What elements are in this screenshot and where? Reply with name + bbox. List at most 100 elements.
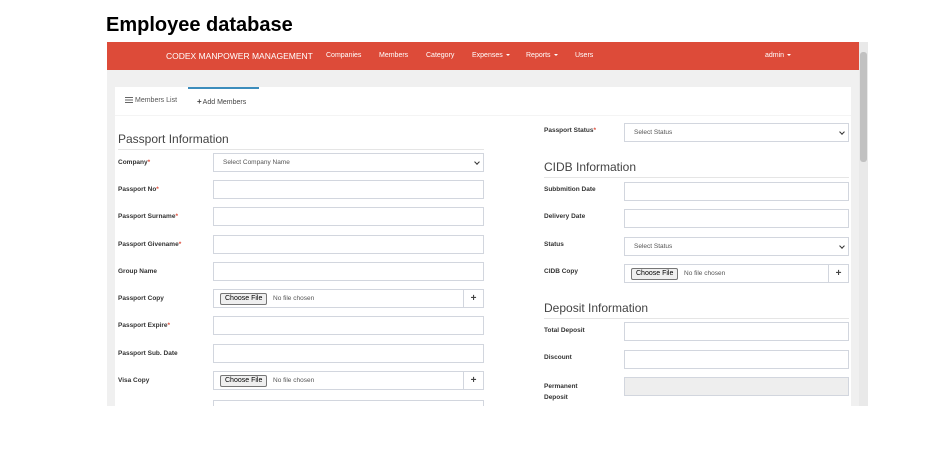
required-mark: * bbox=[593, 127, 597, 134]
passport-surname-label: Passport Surname* bbox=[118, 213, 178, 220]
choose-file-button[interactable]: Choose File bbox=[631, 268, 679, 280]
group-name-input[interactable] bbox=[213, 262, 484, 281]
passport-surname-input[interactable] bbox=[213, 207, 484, 226]
tab-members-list[interactable]: Members List bbox=[125, 87, 177, 115]
visa-copy-file-group: Choose File No file chosen + bbox=[213, 371, 484, 390]
required-mark: * bbox=[156, 186, 159, 193]
file-status: No file chosen bbox=[684, 270, 726, 277]
nav-expenses-label: Expenses bbox=[472, 52, 503, 59]
visa-copy-file-input[interactable]: Choose File No file chosen bbox=[213, 371, 464, 390]
passport-section-title: Passport Information bbox=[118, 132, 484, 150]
company-select[interactable]: Select Company Name bbox=[213, 153, 484, 172]
required-mark: * bbox=[175, 213, 178, 220]
passport-copy-file-group: Choose File No file chosen + bbox=[213, 289, 484, 308]
nav-reports-label: Reports bbox=[526, 52, 551, 59]
discount-label: Discount bbox=[544, 354, 572, 361]
passport-expire-input[interactable] bbox=[213, 316, 484, 335]
choose-file-button[interactable]: Choose File bbox=[220, 293, 268, 305]
discount-input[interactable] bbox=[624, 350, 849, 369]
plus-icon: + bbox=[835, 268, 842, 279]
user-menu[interactable]: admin bbox=[765, 42, 792, 70]
tab-add-members-label: Add Members bbox=[202, 99, 247, 106]
cidb-copy-label: CIDB Copy bbox=[544, 268, 578, 275]
add-file-button[interactable]: + bbox=[464, 371, 484, 390]
file-status: No file chosen bbox=[273, 295, 315, 302]
submission-date-label: Subbmition Date bbox=[544, 186, 596, 193]
chevron-down-icon bbox=[839, 243, 845, 249]
members-panel: Members List +Add Members Passport Infor… bbox=[115, 87, 851, 406]
nav-reports[interactable]: Reports bbox=[526, 42, 558, 70]
tab-members-list-label: Members List bbox=[135, 97, 178, 104]
required-mark: * bbox=[178, 241, 182, 248]
nav-companies[interactable]: Companies bbox=[326, 42, 361, 70]
permanent-deposit-input bbox=[624, 377, 849, 396]
cidb-copy-file-input[interactable]: Choose File No file chosen bbox=[624, 264, 829, 283]
passport-expire-label-text: Passport Expire bbox=[118, 322, 168, 329]
chevron-down-icon bbox=[474, 159, 480, 165]
status-select[interactable]: Select Status bbox=[624, 237, 849, 256]
add-file-button[interactable]: + bbox=[464, 289, 484, 308]
page-caption: Employee database bbox=[106, 14, 293, 36]
tab-add-members[interactable]: +Add Members bbox=[188, 87, 259, 115]
passport-sub-date-label: Passport Sub. Date bbox=[118, 350, 178, 357]
required-mark: * bbox=[147, 159, 151, 166]
passport-sub-date-input[interactable] bbox=[213, 344, 484, 363]
tabs-divider bbox=[115, 115, 851, 116]
nav-expenses[interactable]: Expenses bbox=[472, 42, 510, 70]
chevron-down-icon bbox=[839, 129, 845, 135]
total-deposit-input[interactable] bbox=[624, 322, 849, 341]
group-name-label: Group Name bbox=[118, 268, 158, 275]
passport-surname-label-text: Passport Surname bbox=[118, 213, 176, 220]
file-status: No file chosen bbox=[273, 377, 315, 384]
permanent-deposit-label-line2: Deposit bbox=[544, 394, 568, 401]
add-file-button[interactable]: + bbox=[829, 264, 849, 283]
caret-down-icon bbox=[505, 54, 510, 57]
company-label-text: Company bbox=[118, 159, 148, 166]
visa-copy-label: Visa Copy bbox=[118, 377, 150, 384]
passport-copy-label: Passport Copy bbox=[118, 295, 164, 302]
passport-givename-input[interactable] bbox=[213, 235, 484, 254]
passport-status-label-text: Passport Status bbox=[544, 127, 594, 134]
status-label: Status bbox=[544, 241, 564, 248]
scrollbar-thumb[interactable] bbox=[860, 52, 867, 162]
passport-copy-file-input[interactable]: Choose File No file chosen bbox=[213, 289, 464, 308]
cidb-section-title: CIDB Information bbox=[544, 160, 849, 178]
submission-date-input[interactable] bbox=[624, 182, 849, 201]
plus-icon: + bbox=[470, 293, 477, 304]
passport-no-label-text: Passport No bbox=[118, 186, 157, 193]
top-navbar: CODEX MANPOWER MANAGEMENT Companies Memb… bbox=[107, 42, 859, 70]
required-mark: * bbox=[167, 322, 171, 329]
passport-givename-label: Passport Givename* bbox=[118, 241, 181, 248]
passport-no-label: Passport No* bbox=[118, 186, 159, 193]
plus-icon: + bbox=[470, 375, 477, 386]
plus-icon: + bbox=[197, 97, 202, 106]
total-deposit-label: Total Deposit bbox=[544, 327, 585, 334]
brand-link[interactable]: CODEX MANPOWER MANAGEMENT bbox=[166, 42, 313, 70]
next-field-input[interactable] bbox=[213, 400, 484, 406]
browser-viewport: CODEX MANPOWER MANAGEMENT Companies Memb… bbox=[107, 42, 868, 406]
user-menu-label: admin bbox=[765, 52, 785, 59]
choose-file-button[interactable]: Choose File bbox=[220, 375, 268, 387]
nav-category[interactable]: Category bbox=[426, 42, 454, 70]
delivery-date-label: Delivery Date bbox=[544, 213, 586, 220]
permanent-deposit-label-line1: Permanent bbox=[544, 383, 578, 390]
caret-down-icon bbox=[553, 54, 558, 57]
passport-no-input[interactable] bbox=[213, 180, 484, 199]
company-select-value: Select Company Name bbox=[223, 159, 290, 166]
status-select-value: Select Status bbox=[634, 243, 673, 250]
cidb-copy-file-group: Choose File No file chosen + bbox=[624, 264, 849, 283]
company-label: Company* bbox=[118, 159, 150, 166]
nav-members[interactable]: Members bbox=[379, 42, 408, 70]
permanent-deposit-label: Permanent Deposit bbox=[544, 381, 578, 403]
delivery-date-input[interactable] bbox=[624, 209, 849, 228]
vertical-scrollbar[interactable] bbox=[859, 42, 868, 406]
deposit-section-title: Deposit Information bbox=[544, 301, 849, 319]
caret-down-icon bbox=[787, 54, 792, 57]
passport-status-value: Select Status bbox=[634, 129, 673, 136]
passport-givename-label-text: Passport Givename bbox=[118, 241, 179, 248]
passport-expire-label: Passport Expire* bbox=[118, 322, 170, 329]
passport-status-select[interactable]: Select Status bbox=[624, 123, 849, 142]
nav-users[interactable]: Users bbox=[575, 42, 593, 70]
passport-status-label: Passport Status* bbox=[544, 127, 596, 134]
list-icon bbox=[125, 97, 133, 103]
